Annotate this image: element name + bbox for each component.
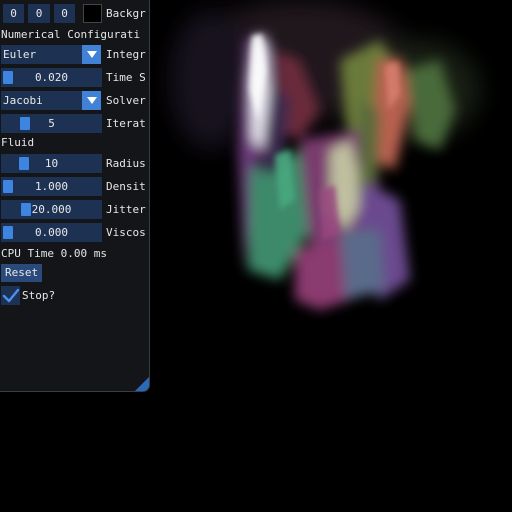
density-label: Densit (106, 180, 146, 193)
solver-label: Solver (106, 94, 146, 107)
chevron-down-icon[interactable] (82, 91, 101, 110)
fluid-header[interactable]: Fluid (1, 136, 34, 150)
checkmark-icon (2, 288, 20, 303)
radius-slider-grab[interactable] (19, 157, 29, 170)
density-slider-grab[interactable] (3, 180, 13, 193)
viscosity-slider-grab[interactable] (3, 226, 13, 239)
jitter-slider[interactable]: 20.000 (1, 200, 102, 219)
iterations-slider[interactable]: 5 (1, 114, 102, 133)
time-step-slider-grab[interactable] (3, 71, 13, 84)
stop-checkbox[interactable] (1, 286, 20, 305)
radius-label: Radius (106, 157, 146, 170)
numerical-configuration-header[interactable]: Numerical Configurati (1, 28, 140, 42)
background-b-input[interactable]: 0 (54, 4, 75, 23)
settings-panel: 0 0 0 Backgr Numerical Configurati Euler… (0, 0, 150, 392)
density-value: 1.000 (34, 180, 69, 193)
time-step-label: Time S (106, 71, 146, 84)
viscosity-slider[interactable]: 0.000 (1, 223, 102, 242)
jitter-value: 20.000 (31, 203, 72, 216)
jitter-slider-grab[interactable] (21, 203, 31, 216)
cpu-time-text: CPU Time 0.00 ms (1, 247, 107, 260)
radius-slider[interactable]: 10 (1, 154, 102, 173)
radius-value: 10 (44, 157, 59, 170)
time-step-slider[interactable]: 0.020 (1, 68, 102, 87)
density-slider[interactable]: 1.000 (1, 177, 102, 196)
solver-combo[interactable]: Jacobi (1, 91, 83, 110)
background-label: Backgr (106, 7, 146, 20)
chevron-down-icon[interactable] (82, 45, 101, 64)
viscosity-label: Viscos (106, 226, 146, 239)
integrator-label: Integr (106, 48, 146, 61)
iterations-label: Iterat (106, 117, 146, 130)
iterations-value: 5 (48, 117, 55, 130)
reset-button[interactable]: Reset (1, 264, 43, 282)
background-color-swatch[interactable] (83, 4, 102, 23)
resize-grip[interactable] (135, 377, 149, 391)
time-step-value: 0.020 (34, 71, 69, 84)
jitter-label: Jitter (106, 203, 146, 216)
background-r-input[interactable]: 0 (3, 4, 24, 23)
viscosity-value: 0.000 (34, 226, 69, 239)
integrator-combo[interactable]: Euler (1, 45, 83, 64)
iterations-slider-grab[interactable] (20, 117, 30, 130)
stop-label: Stop? (22, 289, 56, 302)
background-g-input[interactable]: 0 (28, 4, 50, 23)
